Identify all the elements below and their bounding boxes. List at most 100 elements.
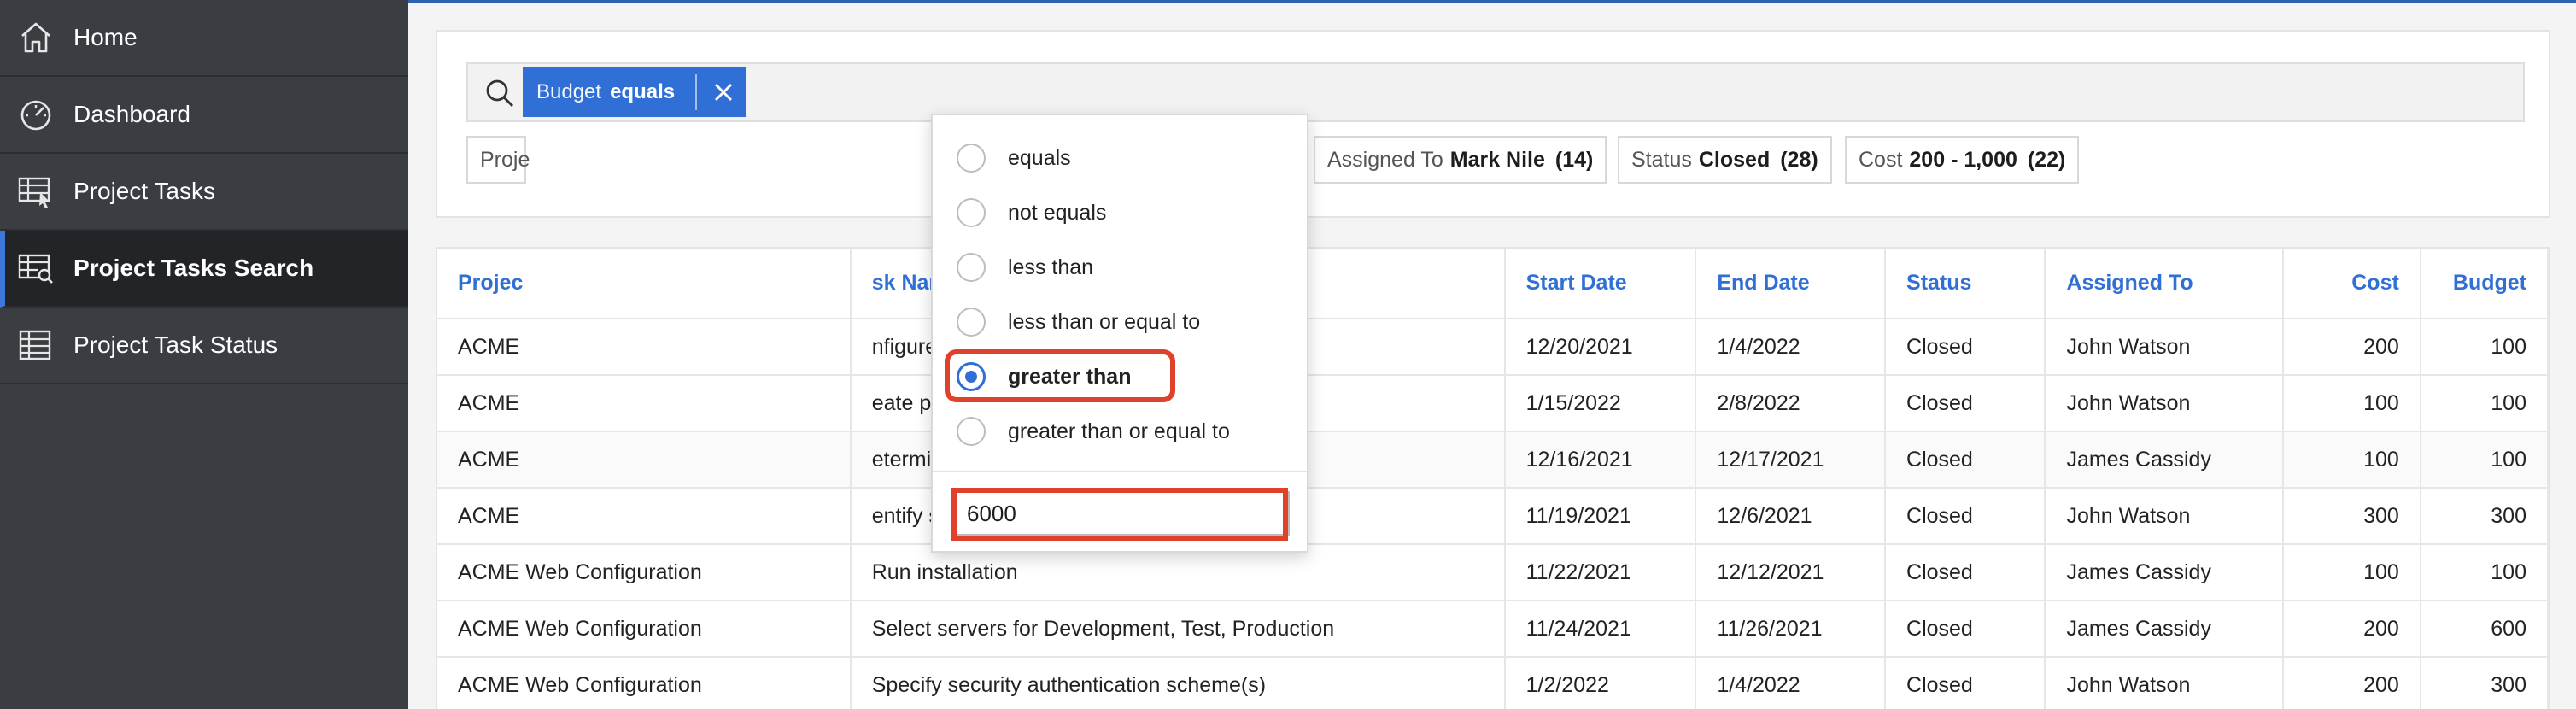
operator-option-greater-than[interactable]: greater than [957,360,1131,394]
radio-button[interactable] [957,253,986,282]
cell-start-date: 11/22/2021 [1504,544,1697,601]
cell-status: Closed [1885,657,2046,709]
cell-start-date: 1/15/2022 [1504,375,1697,432]
column-header-start-date[interactable]: Start Date [1504,249,1697,319]
chip-name: Assigned To [1327,147,1443,172]
cell-end-date: 2/8/2022 [1695,375,1887,432]
cell-status: Closed [1885,488,2046,545]
table-row[interactable]: ACME etermine Web listener configuration… [437,431,2550,489]
sidebar-item-label: Project Task Status [73,331,278,358]
cell-end-date: 1/4/2022 [1695,319,1887,376]
cell-budget: 300 [2420,657,2550,709]
radio-button[interactable] [957,144,986,173]
operator-option-less-than[interactable]: less than [957,250,1093,284]
cell-project: ACME Web Configuration [437,657,852,709]
cell-start-date: 11/19/2021 [1504,488,1697,545]
cell-task-name: Specify security authentication scheme(s… [850,657,1506,709]
status-filter-chip[interactable]: Status Closed (28) [1618,136,1832,184]
radio-button-selected[interactable] [957,362,986,391]
radio-button[interactable] [957,308,986,337]
dashboard-icon [20,100,51,131]
cost-filter-chip[interactable]: Cost 200 - 1,000 (22) [1845,136,2080,184]
results-table: Projec sk Name Start Date End Date Statu… [437,249,2550,709]
search-bar[interactable]: Budget equals [466,62,2525,122]
cell-status: Closed [1885,319,2046,376]
assigned-to-filter-chip[interactable]: Assigned To Mark Nile (14) [1314,136,1607,184]
table-search-icon [18,254,53,284]
radio-button[interactable] [957,417,986,446]
sidebar-item-dashboard[interactable]: Dashboard [0,77,408,154]
cell-assigned-to: James Cassidy [2045,431,2284,489]
cell-budget: 600 [2420,601,2550,658]
sidebar-item-project-task-status[interactable]: Project Task Status [0,308,408,384]
table-row[interactable]: ACME Web Configuration Specify security … [437,657,2550,709]
operator-option-not-equals[interactable]: not equals [957,196,1106,230]
sidebar-item-project-tasks[interactable]: Project Tasks [0,154,408,231]
column-header-end-date[interactable]: End Date [1695,249,1887,319]
cell-cost: 100 [2282,431,2421,489]
operator-option-less-than-or-equal[interactable]: less than or equal to [957,305,1200,339]
cell-budget: 100 [2420,375,2550,432]
sidebar-nav: Home Dashboard Project Tasks Project Tas… [0,0,408,709]
cell-start-date: 12/20/2021 [1504,319,1697,376]
chip-divider [695,74,697,110]
table-row[interactable]: ACME nfigure Workspace provisioning 12/2… [437,319,2550,376]
column-header-assigned-to[interactable]: Assigned To [2045,249,2284,319]
column-header-project[interactable]: Projec [437,249,852,319]
project-filter-chip[interactable]: Proje [466,136,530,184]
cell-cost: 200 [2282,657,2421,709]
cell-start-date: 11/24/2021 [1504,601,1697,658]
chip-value: Closed [1698,147,1771,172]
sidebar-item-home[interactable]: Home [0,0,408,77]
cell-project: ACME Web Configuration [437,601,852,658]
cell-project: ACME Web Configuration [437,544,852,601]
table-cursor-icon [18,177,50,208]
cell-end-date: 11/26/2021 [1695,601,1887,658]
option-label: greater than or equal to [1008,419,1230,443]
budget-facet-chip[interactable]: Budget equals [523,67,746,117]
popup-divider [933,471,1307,472]
cell-assigned-to: John Watson [2045,375,2284,432]
column-header-budget[interactable]: Budget [2420,249,2550,319]
option-label: equals [1008,145,1071,170]
option-label: less than [1008,255,1094,279]
table-row[interactable]: ACME Web Configuration Run installation … [437,544,2550,601]
cell-end-date: 12/6/2021 [1695,488,1887,545]
cell-project: ACME [437,375,852,432]
home-icon [21,22,50,53]
operator-option-greater-than-or-equal[interactable]: greater than or equal to [957,414,1230,448]
close-icon[interactable] [707,76,740,108]
column-header-cost[interactable]: Cost [2282,249,2421,319]
chip-value: Mark Nile [1449,147,1545,172]
column-header-status[interactable]: Status [1885,249,2046,319]
cell-budget: 100 [2420,431,2550,489]
operator-option-equals[interactable]: equals [957,141,1071,175]
chip-count: (22) [2027,147,2066,172]
cell-budget: 100 [2420,544,2550,601]
radio-button[interactable] [957,198,986,227]
option-label: not equals [1008,200,1107,225]
table-row[interactable]: ACME eate pilot workspace 1/15/2022 2/8/… [437,375,2550,432]
cell-project: ACME [437,488,852,545]
cell-end-date: 12/12/2021 [1695,544,1887,601]
cell-cost: 100 [2282,375,2421,432]
table-row[interactable]: ACME entify server requirements 11/19/20… [437,488,2550,545]
sidebar-item-project-tasks-search[interactable]: Project Tasks Search [0,231,408,308]
sidebar-item-label: Dashboard [73,101,190,127]
table-icon [19,330,51,360]
cell-project: ACME [437,319,852,376]
cell-start-date: 1/2/2022 [1504,657,1697,709]
chip-name: Cost [1859,147,1903,172]
table-row[interactable]: ACME Web Configuration Select servers fo… [437,601,2550,658]
cell-assigned-to: John Watson [2045,319,2284,376]
chip-count: (28) [1780,147,1818,172]
cell-status: Closed [1885,431,2046,489]
sidebar-item-label: Home [73,24,138,50]
cell-assigned-to: James Cassidy [2045,601,2284,658]
search-icon [486,79,514,108]
sidebar-item-label: Project Tasks [73,178,215,204]
table-header-row: Projec sk Name Start Date End Date Statu… [437,249,2550,319]
cell-cost: 200 [2282,601,2421,658]
option-label: less than or equal to [1008,309,1201,334]
cell-budget: 100 [2420,319,2550,376]
